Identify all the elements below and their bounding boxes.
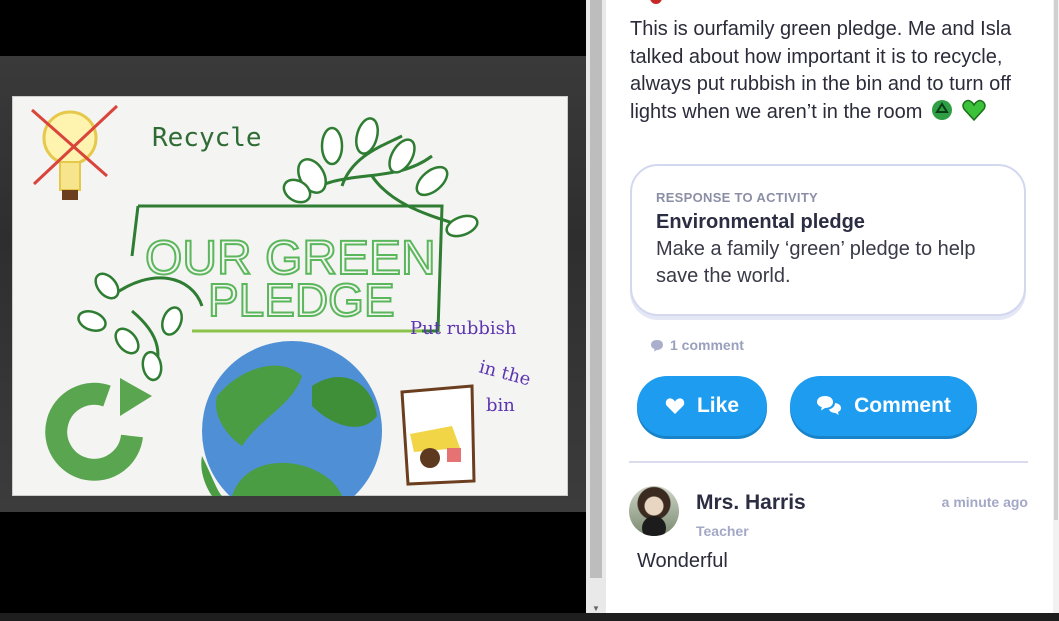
activity-response-card[interactable]: RESPONSE TO ACTIVITY Environmental pledg…: [630, 164, 1026, 316]
drawing-paper: Recycle OUR GREEN PLEDGE Put rubbish in …: [12, 96, 568, 496]
panel-scrollbar-thumb[interactable]: [1054, 0, 1058, 520]
activity-title: Environmental pledge: [656, 211, 865, 233]
comment-text: Wonderful: [637, 550, 728, 572]
green-heart-emoji-icon: [961, 99, 986, 130]
drawing-recycle-word: Recycle: [152, 123, 262, 153]
like-button[interactable]: Like: [637, 376, 767, 436]
drawing-pledge-line2: PLEDGE: [208, 274, 395, 326]
earth-drawing: [201, 341, 382, 496]
recycle-emoji-icon: [931, 99, 953, 130]
underlying-page-strip: [0, 613, 1059, 621]
like-button-label: Like: [696, 394, 740, 417]
comment-button[interactable]: Comment: [790, 376, 977, 436]
avatar[interactable]: [629, 486, 679, 536]
comment-bubble-icon: [651, 339, 663, 351]
commenter-name[interactable]: Mrs. Harris: [696, 491, 806, 515]
post-photo[interactable]: Recycle OUR GREEN PLEDGE Put rubbish in …: [0, 56, 586, 512]
comment-count-label: 1 comment: [670, 337, 744, 353]
commenter-role: Teacher: [696, 523, 749, 539]
drawing-bin-note-3: bin: [486, 395, 515, 416]
chat-bubbles-icon: [817, 396, 842, 415]
post-caption: This is ourfamily green pledge. Me and I…: [630, 16, 1025, 129]
drawing-bin-note-1: Put rubbish: [410, 318, 517, 339]
activity-kicker: RESPONSE TO ACTIVITY: [656, 190, 819, 205]
bin-drawing: [400, 384, 476, 486]
activity-description: Make a family ‘green’ pledge to help sav…: [656, 238, 976, 287]
viewer-scrollbar-thumb[interactable]: [590, 0, 602, 578]
comment-button-label: Comment: [854, 394, 951, 417]
drawing-bin-note-2: in the: [477, 357, 533, 391]
child-drawing: Recycle OUR GREEN PLEDGE Put rubbish in …: [31, 104, 533, 496]
lightbulb-crossed-drawing: [31, 104, 119, 200]
heart-icon: [665, 398, 685, 414]
recycle-arrow-drawing: [45, 378, 152, 481]
comment-timestamp: a minute ago: [941, 494, 1028, 510]
comment-count[interactable]: 1 comment: [650, 337, 744, 353]
photo-viewer: Recycle OUR GREEN PLEDGE Put rubbish in …: [0, 0, 586, 621]
post-caption-text: This is ourfamily green pledge. Me and I…: [630, 18, 1012, 123]
section-divider: [629, 461, 1028, 463]
